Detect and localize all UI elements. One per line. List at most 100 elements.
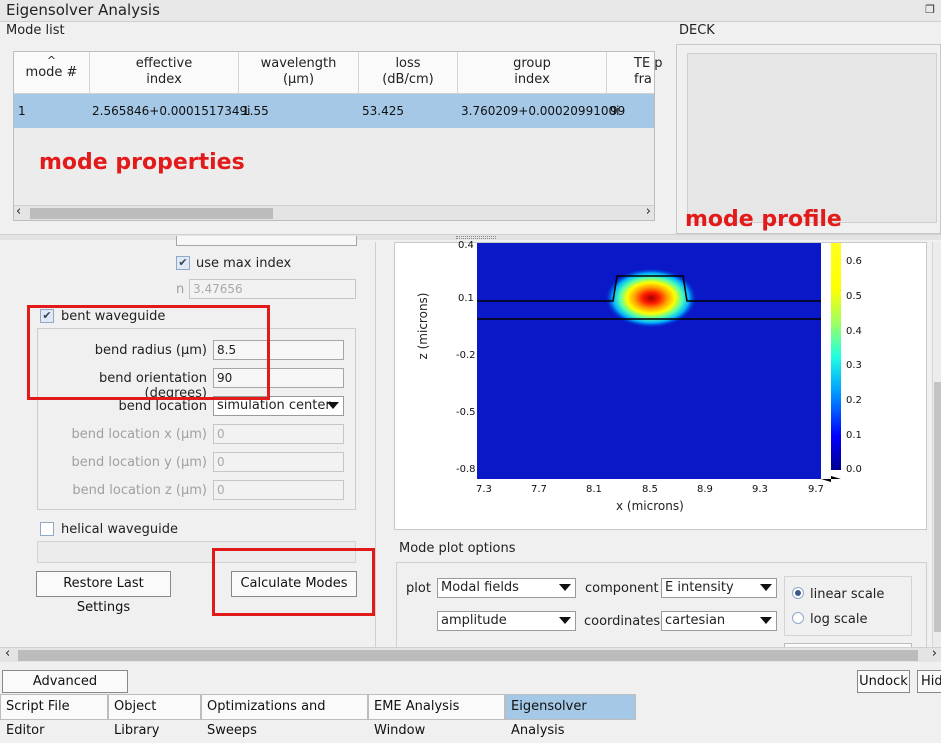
annotation-mode-properties: mode properties (39, 150, 245, 175)
right-vscrollbar[interactable] (932, 242, 941, 647)
title-bar: Eigensolver Analysis ❐ (0, 0, 941, 22)
y-tick: -0.5 (456, 407, 476, 418)
n-label: n (176, 282, 185, 297)
colorbar-tick: 0.5 (846, 291, 862, 302)
use-max-index-label: use max index (196, 256, 292, 271)
x-tick: 8.9 (697, 484, 713, 495)
col-loss-line2: (dB/cm) (382, 72, 434, 87)
previous-field-partial (176, 236, 357, 246)
col-wavelength-line1: wavelength (260, 56, 337, 71)
table-hscrollbar[interactable]: ‹ › (14, 204, 654, 220)
cell-te: 99 (610, 104, 626, 118)
scroll-right-icon[interactable]: › (932, 646, 937, 661)
col-te-line1: TE p (634, 56, 663, 71)
mode-plot-options-label: Mode plot options (399, 541, 516, 556)
bend-location-x-label: bend location x (µm) (71, 427, 208, 442)
radio-selected-dot (795, 590, 801, 596)
coordinates-label: coordinates (584, 614, 661, 629)
bend-location-value: simulation center (217, 398, 331, 413)
cell-loss: 53.425 (362, 104, 404, 118)
axis-arrow-icon (821, 476, 841, 482)
colorbar (831, 243, 841, 470)
advanced-options-button[interactable]: Advanced options... (2, 670, 128, 710)
scroll-left-icon[interactable]: ‹ (5, 646, 10, 661)
bend-location-z-field[interactable]: 0 (213, 480, 344, 500)
tab-eigensolver-analysis[interactable]: Eigensolver Analysis (505, 694, 636, 738)
plot-label: plot (406, 581, 431, 596)
cell-mode: 1 (18, 104, 26, 118)
col-wavelength-header[interactable]: wavelength (µm) (239, 52, 359, 94)
x-tick: 7.3 (476, 484, 492, 495)
x-tick: 8.1 (586, 484, 602, 495)
chevron-down-icon (559, 617, 571, 624)
colorbar-tick: 0.2 (846, 395, 862, 406)
table-header: ^ mode # effective index wavelength (µm)… (14, 52, 663, 94)
tab-object-library[interactable]: Object Library (108, 694, 201, 738)
n-field[interactable]: 3.47656 (189, 279, 356, 299)
x-axis-label: x (microns) (616, 499, 684, 513)
scale-radio-group (784, 576, 912, 636)
mode-profile-plot: 0.4 0.1 -0.2 -0.5 -0.8 7.3 7.7 8.1 8.5 8… (394, 240, 927, 530)
mode-list-label: Mode list (6, 23, 65, 38)
chevron-down-icon (559, 584, 571, 591)
log-scale-label: log scale (810, 612, 868, 627)
tab-script-file-editor[interactable]: Script File Editor (0, 694, 108, 738)
col-group-line2: index (514, 72, 550, 87)
col-neff-header[interactable]: effective index (90, 52, 239, 94)
window-title: Eigensolver Analysis (6, 1, 160, 19)
table-row[interactable]: 1 2.565846+0.0001517349i 1.55 53.425 3.7… (14, 94, 654, 128)
coordinates-select[interactable]: cartesian (661, 611, 777, 631)
x-tick: 7.7 (531, 484, 547, 495)
coordinates-select-value: cartesian (665, 613, 726, 628)
colorbar-tick: 0.6 (846, 256, 862, 267)
deck-content (687, 53, 937, 223)
tab-eme-analysis-window[interactable]: EME Analysis Window (368, 694, 505, 738)
deck-panel (676, 44, 941, 234)
amplitude-select[interactable]: amplitude (437, 611, 576, 631)
col-te-header[interactable]: TE p fra (607, 52, 667, 94)
chevron-down-icon (327, 402, 339, 409)
y-tick: 0.4 (458, 240, 474, 251)
col-loss-line1: loss (395, 56, 421, 71)
plot-select[interactable]: Modal fields (437, 578, 576, 598)
component-select[interactable]: E intensity (661, 578, 777, 598)
col-mode-header[interactable]: ^ mode # (14, 52, 90, 94)
col-te-line2: fra (634, 72, 652, 87)
bottom-tab-bar: Script File Editor Object Library Optimi… (0, 694, 941, 738)
col-mode-label: mode # (25, 65, 78, 80)
component-select-value: E intensity (665, 580, 734, 595)
bend-location-y-field[interactable]: 0 (213, 452, 344, 472)
log-scale-radio[interactable] (792, 612, 804, 624)
colorbar-tick: 0.1 (846, 430, 862, 441)
panel-hscrollbar[interactable]: ‹ › (0, 646, 941, 662)
bend-location-y-label: bend location y (µm) (71, 455, 208, 470)
colorbar-tick: 0.0 (846, 464, 862, 475)
tab-optimizations-and-sweeps[interactable]: Optimizations and Sweeps (201, 694, 368, 738)
restore-last-settings-button[interactable]: Restore Last Settings (36, 571, 171, 615)
vscroll-thumb[interactable] (934, 382, 941, 632)
scroll-right-icon[interactable]: › (646, 204, 651, 219)
colorbar-tick: 0.3 (846, 360, 862, 371)
linear-scale-label: linear scale (810, 587, 885, 602)
linear-scale-radio[interactable] (792, 587, 804, 599)
annotation-box-calculate (212, 548, 375, 616)
x-tick: 8.5 (642, 484, 658, 495)
col-group-header[interactable]: group index (458, 52, 607, 94)
annotation-box-bend (27, 305, 270, 400)
undock-button[interactable]: Undock (857, 670, 910, 693)
x-tick: 9.7 (808, 484, 824, 495)
restore-window-icon[interactable]: ❐ (925, 3, 935, 16)
x-tick: 9.3 (752, 484, 768, 495)
hide-button[interactable]: Hid (917, 670, 941, 693)
use-max-index-checkbox[interactable]: ✔ (176, 256, 190, 270)
bend-location-x-field[interactable]: 0 (213, 424, 344, 444)
bend-location-z-label: bend location z (µm) (72, 483, 207, 498)
helical-waveguide-checkbox[interactable] (40, 522, 54, 536)
chevron-down-icon (760, 584, 772, 591)
scroll-thumb[interactable] (30, 208, 273, 219)
scroll-left-icon[interactable]: ‹ (16, 204, 21, 219)
mode-table: ^ mode # effective index wavelength (µm)… (13, 51, 663, 221)
helical-waveguide-label: helical waveguide (61, 522, 178, 537)
col-loss-header[interactable]: loss (dB/cm) (359, 52, 458, 94)
scroll-thumb[interactable] (18, 650, 918, 661)
